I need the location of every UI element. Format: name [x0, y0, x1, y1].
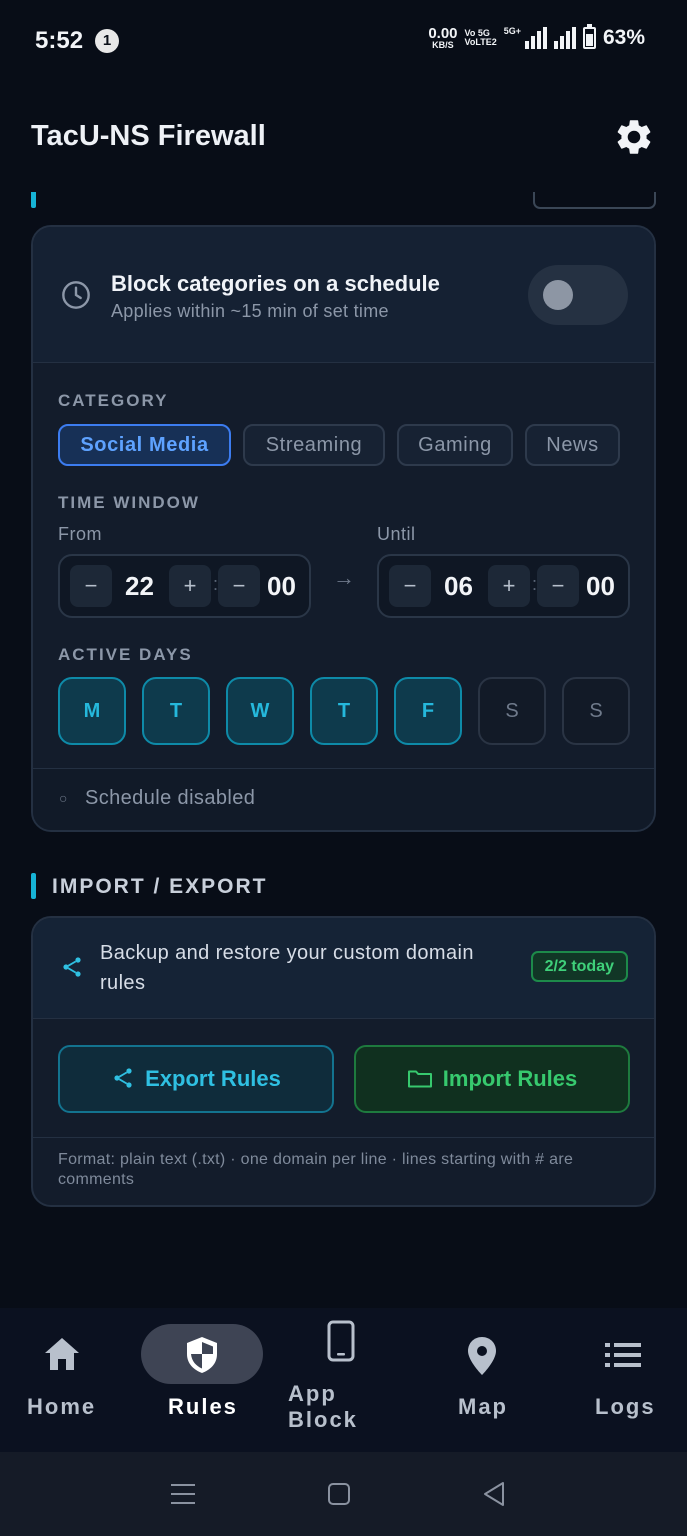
day-toggle-sunday[interactable]: S — [562, 677, 630, 745]
day-toggle-thursday[interactable]: T — [310, 677, 378, 745]
from-hour-decrement-button[interactable]: − — [70, 565, 112, 607]
phone-icon — [327, 1320, 355, 1362]
nav-item-home[interactable]: Home — [0, 1308, 125, 1452]
import-rules-label: Import Rules — [442, 1066, 578, 1091]
category-chip-news[interactable]: News — [525, 424, 620, 466]
volte-indicator: Vo 5G VoLTE2 — [464, 28, 497, 48]
category-chip-social-media[interactable]: Social Media — [58, 424, 231, 466]
rules-content[interactable]: Block categories on a schedule Applies w… — [0, 180, 687, 1308]
nav-label-map: Map — [458, 1394, 508, 1419]
settings-button[interactable] — [613, 116, 655, 158]
recent-apps-icon[interactable] — [170, 1483, 196, 1505]
nav-item-app-block[interactable]: App Block — [280, 1308, 405, 1452]
until-hour-value: 06 — [444, 571, 473, 601]
schedule-title: Block categories on a schedule — [111, 271, 440, 296]
schedule-card-header: Block categories on a schedule Applies w… — [33, 227, 654, 363]
until-hour-decrement-button[interactable]: − — [389, 565, 431, 607]
time-range-arrow: → — [333, 565, 355, 590]
nav-label-home: Home — [27, 1394, 97, 1419]
network-speed: 0.00 KB/S — [428, 26, 457, 50]
format-note-bar: Format: plain text (.txt) · one domain p… — [33, 1137, 654, 1205]
quota-badge: 2/2 today — [530, 951, 628, 982]
section-accent-bar — [31, 873, 36, 899]
nav-label-rules: Rules — [168, 1394, 238, 1419]
until-hour-increment-button[interactable]: + — [488, 565, 530, 607]
volte-bottom-label: VoLTE2 — [464, 37, 497, 47]
day-toggle-wednesday[interactable]: W — [226, 677, 294, 745]
category-label: CATEGORY — [58, 391, 169, 410]
app-header: TacU-NS Firewall — [0, 80, 687, 192]
active-days-label: ACTIVE DAYS — [58, 645, 193, 664]
schedule-subtitle: Applies within ~15 min of set time — [111, 301, 389, 321]
network-speed-value: 0.00 — [428, 25, 458, 42]
status-time: 5:52 — [35, 27, 84, 54]
network-type-label: 5G+ — [503, 26, 521, 36]
from-label: From — [58, 524, 102, 544]
status-indicator-icon: ○ — [59, 790, 68, 806]
from-minute-decrement-button[interactable]: − — [218, 565, 260, 607]
until-time-picker: − 06 + : − 00 — [377, 554, 630, 618]
bottom-navigation: Home Rules App Block Map Logs — [0, 1308, 687, 1452]
from-hour-increment-button[interactable]: + — [169, 565, 211, 607]
nav-item-map[interactable]: Map — [405, 1308, 560, 1452]
from-minute-value: 00 — [267, 571, 296, 601]
network-speed-unit: KB/S — [432, 40, 454, 50]
day-toggle-monday[interactable]: M — [58, 677, 126, 745]
status-indicators: 0.00 KB/S Vo 5G VoLTE2 5G+ 63% — [428, 24, 645, 50]
share-icon — [63, 957, 81, 977]
import-rules-button[interactable]: Import Rules — [354, 1045, 630, 1113]
shield-icon — [187, 1337, 217, 1373]
system-navigation-bar — [0, 1452, 687, 1536]
schedule-toggle[interactable] — [528, 265, 628, 325]
day-toggle-saturday[interactable]: S — [478, 677, 546, 745]
signal-strength-icon — [524, 27, 547, 49]
until-minute-decrement-button[interactable]: − — [537, 565, 579, 607]
from-time-picker: − 22 + : − 00 — [58, 554, 311, 618]
folder-icon — [407, 1070, 432, 1088]
import-export-description: Backup and restore your custom domain ru… — [100, 942, 474, 994]
gear-icon — [617, 120, 651, 154]
time-window-label: TIME WINDOW — [58, 493, 200, 512]
schedule-status-text: Schedule disabled — [85, 787, 256, 809]
import-export-card-header: Backup and restore your custom domain ru… — [33, 918, 654, 1019]
export-rules-label: Export Rules — [145, 1066, 281, 1091]
nav-item-rules[interactable]: Rules — [125, 1308, 280, 1452]
signal-strength-icon-2 — [553, 27, 576, 49]
nav-label-logs: Logs — [595, 1394, 656, 1419]
day-toggle-tuesday[interactable]: T — [142, 677, 210, 745]
battery-percent: 63% — [602, 26, 645, 49]
format-note: Format: plain text (.txt) · one domain p… — [58, 1151, 574, 1188]
import-export-section-header: IMPORT / EXPORT — [31, 873, 656, 903]
list-icon — [605, 1343, 641, 1367]
app-title: TacU-NS Firewall — [31, 120, 266, 152]
until-label: Until — [377, 524, 416, 544]
back-icon[interactable] — [482, 1481, 506, 1507]
schedule-card: Block categories on a schedule Applies w… — [31, 225, 656, 832]
category-chip-gaming[interactable]: Gaming — [397, 424, 513, 466]
map-pin-icon — [468, 1337, 496, 1375]
nav-label-app-block: App Block — [288, 1381, 358, 1432]
from-hour-value: 22 — [125, 571, 154, 601]
category-chip-streaming[interactable]: Streaming — [243, 424, 385, 466]
until-minute-value: 00 — [586, 571, 615, 601]
status-bar: 5:52 1 0.00 KB/S Vo 5G VoLTE2 5G+ 63% — [0, 0, 687, 80]
import-export-title: IMPORT / EXPORT — [52, 875, 268, 898]
nav-item-logs[interactable]: Logs — [560, 1308, 687, 1452]
battery-icon — [582, 24, 596, 49]
toggle-knob — [543, 280, 573, 310]
schedule-status-bar: ○ Schedule disabled — [33, 768, 654, 830]
clock-icon — [62, 281, 90, 309]
home-icon — [45, 1338, 79, 1370]
export-rules-button[interactable]: Export Rules — [58, 1045, 334, 1113]
notification-count-badge: 1 — [95, 29, 119, 53]
day-toggle-friday[interactable]: F — [394, 677, 462, 745]
share-icon — [114, 1068, 132, 1088]
import-export-card: Backup and restore your custom domain ru… — [31, 916, 656, 1207]
home-system-icon[interactable] — [327, 1482, 351, 1506]
